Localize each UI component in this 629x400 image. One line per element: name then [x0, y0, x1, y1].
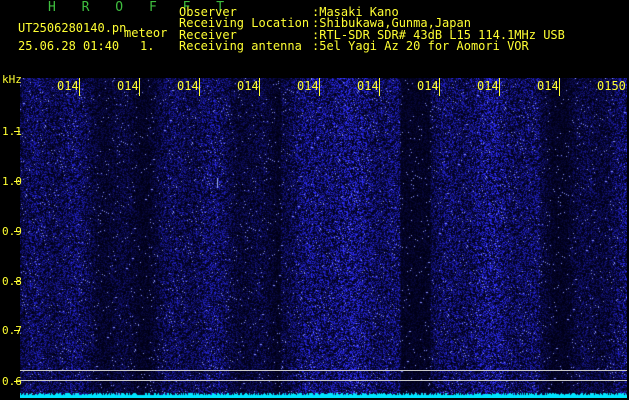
y-tick-mark [14, 330, 20, 331]
time-label: 0150 [597, 79, 626, 93]
meteor-count: 1. [140, 39, 155, 53]
time-label: 014 [537, 79, 559, 93]
time-tick-mark [439, 78, 440, 96]
time-label: 014 [57, 79, 79, 93]
file-name: UT2506280140.pn [18, 21, 127, 35]
y-tick-mark [14, 281, 20, 282]
time-label: 014 [477, 79, 499, 93]
meteor-label: meteor [124, 26, 168, 40]
time-label: 014 [357, 79, 379, 93]
reference-line-upper [20, 370, 627, 371]
time-tick-mark [259, 78, 260, 96]
time-tick-mark [79, 78, 80, 96]
y-axis-unit: kHz [2, 73, 22, 86]
time-tick-mark [559, 78, 560, 96]
time-label: 014 [297, 79, 319, 93]
y-tick-mark [14, 181, 20, 182]
time-label: 014 [417, 79, 439, 93]
header-panel: H R O F F T UT2506280140.pn meteor 25.06… [0, 0, 629, 74]
time-label: 014 [177, 79, 199, 93]
antenna-label: Receiving antenna [179, 39, 302, 53]
y-tick-mark [14, 381, 20, 382]
waterfall-spectrogram[interactable] [20, 78, 627, 398]
y-tick-mark [14, 231, 20, 232]
time-tick-mark [319, 78, 320, 96]
date-time: 25.06.28 01:40 [18, 39, 120, 53]
time-label: 014 [237, 79, 259, 93]
time-tick-mark [139, 78, 140, 96]
antenna-value: :5el Yagi Az 20 for Aomori VOR [312, 39, 529, 53]
time-label: 014 [117, 79, 139, 93]
reference-line-lower [20, 380, 627, 381]
y-tick-mark [14, 131, 20, 132]
time-tick-mark [379, 78, 380, 96]
time-tick-mark [199, 78, 200, 96]
time-tick-mark [499, 78, 500, 96]
